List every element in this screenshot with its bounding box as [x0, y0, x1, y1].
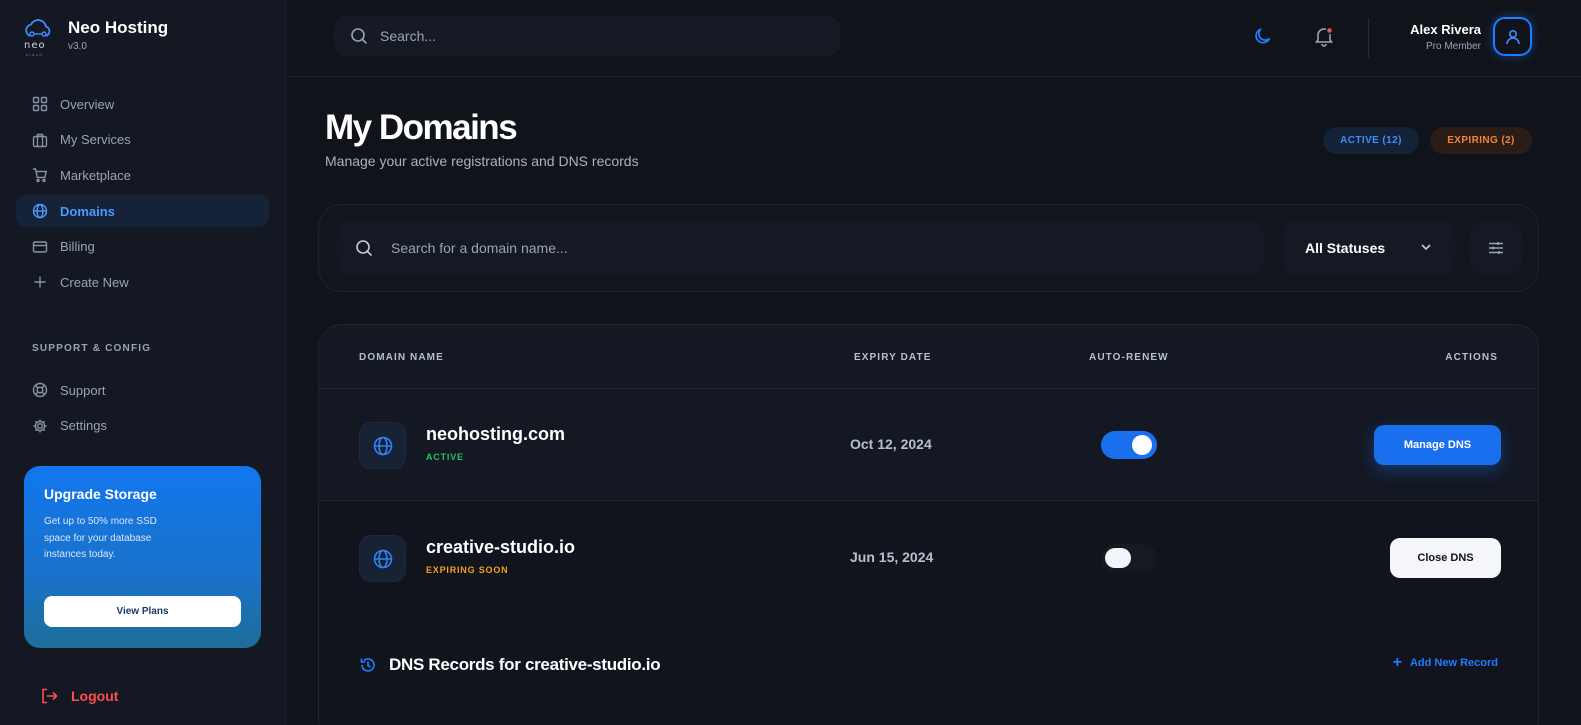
globe-icon [373, 436, 392, 455]
domain-search[interactable] [337, 221, 1265, 275]
sidebar-item-label: Settings [60, 418, 107, 434]
sidebar-item-my-services[interactable]: My Services [16, 124, 269, 156]
divider [1368, 18, 1369, 58]
search-icon [355, 239, 373, 257]
gear-icon [32, 418, 48, 434]
manage-dns-button[interactable]: Manage DNS [1374, 425, 1501, 465]
sidebar-item-label: Overview [60, 96, 115, 112]
column-header-expiry: EXPIRY DATE [854, 352, 932, 363]
domain-name[interactable]: creative-studio.io [426, 537, 575, 558]
expiring-count-badge[interactable]: EXPIRING (2) [1430, 127, 1532, 154]
support-nav: Support Settings [16, 374, 269, 445]
avatar[interactable] [1493, 17, 1532, 56]
plus-icon [32, 274, 48, 290]
table-header: DOMAIN NAME EXPIRY DATE AUTO-RENEW ACTIO… [319, 325, 1538, 389]
page-subtitle: Manage your active registrations and DNS… [325, 153, 639, 169]
domain-search-input[interactable] [391, 240, 1091, 256]
add-new-record-button[interactable]: + Add New Record [1392, 654, 1498, 671]
domain-icon-box [359, 422, 406, 469]
sliders-icon [1489, 242, 1503, 254]
plus-icon: + [1392, 654, 1402, 671]
column-header-actions: ACTIONS [1445, 352, 1498, 363]
dns-records-title-text: DNS Records for creative-studio.io [389, 655, 661, 674]
status-select[interactable]: All Statuses [1283, 221, 1455, 275]
auto-renew-toggle[interactable] [1101, 544, 1157, 572]
active-count-badge[interactable]: ACTIVE (12) [1323, 127, 1419, 154]
upgrade-text: Get up to 50% more SSD space for your da… [44, 516, 157, 560]
sidebar-item-label: Domains [60, 203, 115, 219]
brand-version: v3.0 [68, 41, 87, 52]
upgrade-title: Upgrade Storage [44, 486, 157, 502]
user-name: Alex Rivera [1410, 22, 1481, 37]
chevron-down-icon [1419, 240, 1433, 254]
page-title: My Domains [325, 108, 518, 147]
globe-icon [373, 549, 392, 568]
globe-icon [32, 203, 48, 219]
logout-label: Logout [71, 688, 119, 704]
user-role: Pro Member [1425, 41, 1481, 52]
sidebar: neo cloud Neo Hosting v3.0 Overview My S… [0, 0, 286, 725]
expiry-date: Jun 15, 2024 [850, 549, 934, 565]
sidebar-item-label: Marketplace [60, 167, 131, 183]
table-row: creative-studio.io EXPIRING SOON Jun 15,… [319, 502, 1538, 614]
search-icon [350, 27, 368, 45]
brand-logo: neo cloud [22, 18, 56, 58]
logo-sub: cloud [26, 52, 44, 57]
auto-renew-toggle[interactable] [1101, 431, 1157, 459]
sidebar-item-label: Billing [60, 239, 95, 255]
user-icon [1505, 29, 1520, 44]
sidebar-item-label: Support [60, 382, 106, 398]
upgrade-card: Upgrade Storage Get up to 50% more SSD s… [24, 466, 261, 648]
view-plans-button[interactable]: View Plans [44, 596, 241, 627]
close-dns-button[interactable]: Close DNS [1390, 538, 1501, 578]
expiry-date: Oct 12, 2024 [850, 436, 932, 452]
filter-settings-button[interactable] [1469, 221, 1523, 275]
brand-name: Neo Hosting [68, 18, 169, 37]
grid-icon [32, 96, 48, 112]
sidebar-item-overview[interactable]: Overview [16, 88, 269, 120]
cloud-icon [25, 19, 51, 37]
domain-name[interactable]: neohosting.com [426, 424, 565, 445]
dns-records-section: DNS Records for creative-studio.io + Add… [319, 615, 1538, 725]
brand[interactable]: neo cloud Neo Hosting v3.0 [22, 18, 168, 58]
briefcase-icon [32, 132, 48, 148]
sidebar-item-domains[interactable]: Domains [16, 195, 269, 228]
theme-toggle-moon-icon[interactable] [1253, 26, 1273, 46]
section-label: SUPPORT & CONFIG [32, 343, 152, 354]
topbar: Alex Rivera Pro Member [286, 0, 1581, 77]
dns-records-title: DNS Records for creative-studio.io [359, 655, 661, 675]
sidebar-nav: Overview My Services Marketplace Domains… [16, 88, 269, 302]
column-header-domain: DOMAIN NAME [359, 352, 444, 363]
global-search[interactable] [334, 16, 840, 56]
sidebar-item-settings[interactable]: Settings [16, 410, 269, 442]
filter-bar: All Statuses [318, 204, 1539, 292]
cart-icon [32, 167, 48, 183]
global-search-input[interactable] [380, 28, 780, 44]
domain-status: ACTIVE [426, 452, 464, 462]
lifebuoy-icon [32, 382, 48, 398]
add-new-record-label: Add New Record [1409, 657, 1498, 669]
domain-icon-box [359, 535, 406, 582]
logout-button[interactable]: Logout [40, 687, 118, 705]
notification-bell-icon[interactable] [1313, 25, 1335, 47]
sidebar-item-label: My Services [60, 132, 131, 148]
column-header-auto-renew: AUTO-RENEW [1089, 352, 1169, 363]
history-icon [359, 656, 377, 674]
sidebar-item-billing[interactable]: Billing [16, 231, 269, 263]
domains-table: DOMAIN NAME EXPIRY DATE AUTO-RENEW ACTIO… [318, 324, 1539, 725]
status-select-value: All Statuses [1305, 240, 1386, 256]
domain-status: EXPIRING SOON [426, 565, 509, 575]
toggle-knob [1132, 435, 1152, 455]
logout-icon [40, 687, 58, 705]
logo-word: neo [24, 40, 46, 51]
table-row: neohosting.com ACTIVE Oct 12, 2024 Manag… [319, 389, 1538, 501]
sidebar-item-label: Create New [60, 274, 129, 290]
sidebar-item-marketplace[interactable]: Marketplace [16, 159, 269, 191]
toggle-knob [1105, 548, 1131, 568]
sidebar-item-create-new[interactable]: Create New [16, 266, 269, 298]
card-icon [32, 239, 48, 255]
sidebar-item-support[interactable]: Support [16, 374, 269, 406]
